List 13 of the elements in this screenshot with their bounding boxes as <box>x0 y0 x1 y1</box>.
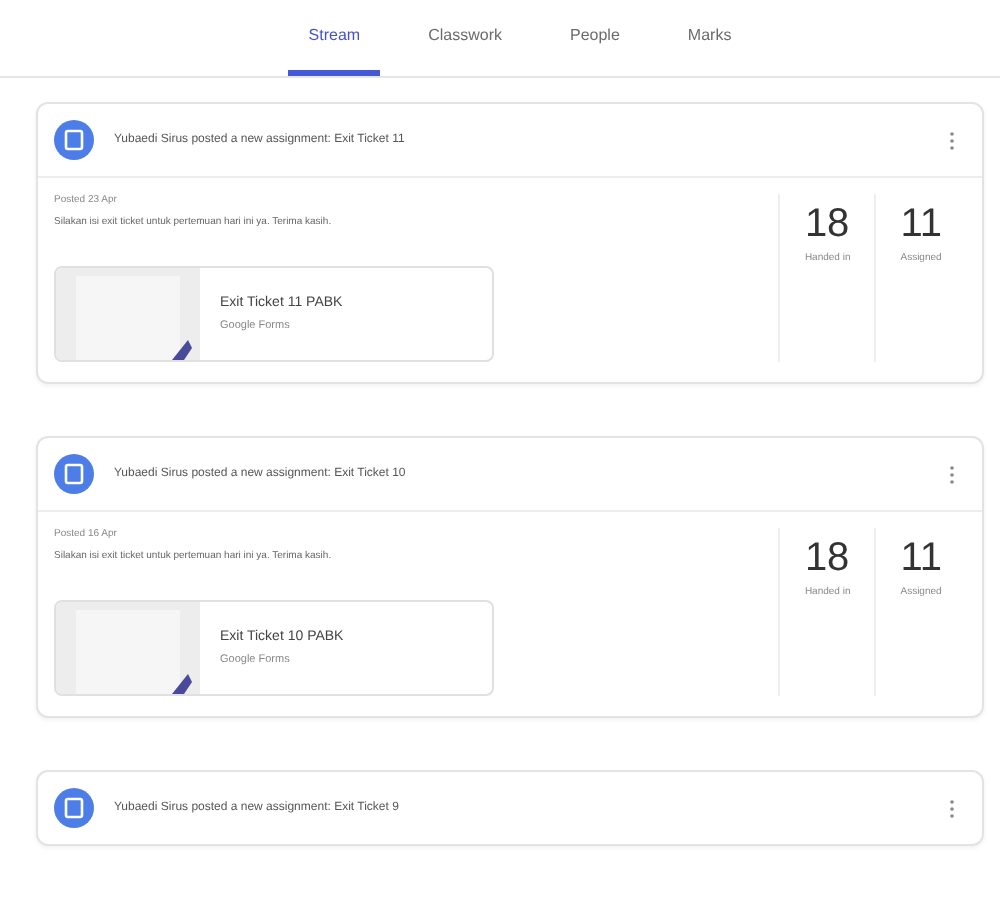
tab[interactable]: Marks <box>667 0 752 76</box>
tab[interactable]: Classwork <box>408 0 522 76</box>
tab[interactable]: People <box>550 0 640 76</box>
form-thumbnail <box>56 268 200 360</box>
assignment-icon <box>54 454 94 494</box>
assignment-icon <box>54 120 94 160</box>
assignment-icon <box>54 788 94 828</box>
stat-count: 18 <box>804 536 850 582</box>
form-thumbnail <box>56 602 200 694</box>
stat-count: 11 <box>900 536 942 582</box>
stat-count: 18 <box>804 202 850 248</box>
stat-count: 11 <box>900 202 942 248</box>
tab[interactable]: Stream <box>288 0 381 76</box>
